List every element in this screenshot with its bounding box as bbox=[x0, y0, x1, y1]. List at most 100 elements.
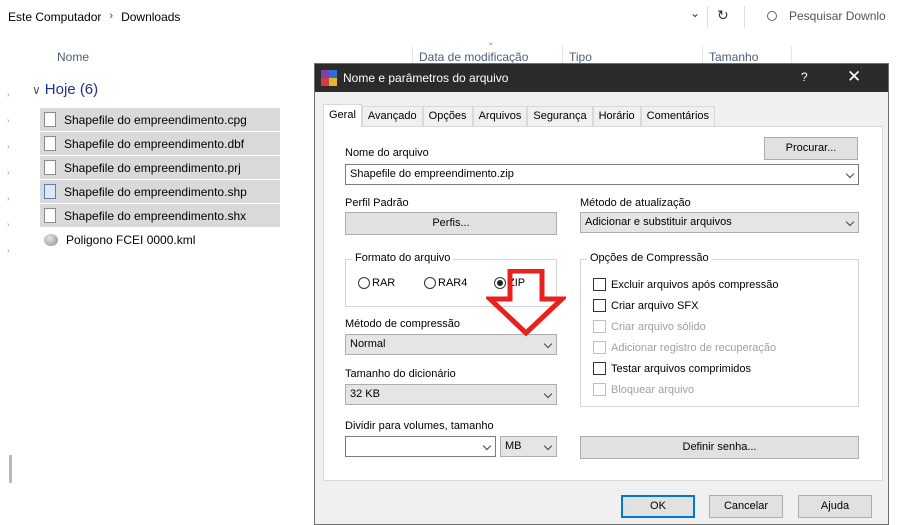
help-button[interactable]: Ajuda bbox=[798, 495, 872, 518]
ok-button[interactable]: OK bbox=[621, 495, 695, 518]
dictionary-size-select[interactable]: 32 KB bbox=[345, 384, 557, 405]
file-row[interactable]: Shapefile do empreendimento.shp bbox=[40, 180, 280, 203]
chevron-down-icon[interactable] bbox=[845, 217, 855, 227]
column-header-date[interactable]: Data de modificação bbox=[419, 50, 528, 64]
file-list: Shapefile do empreendimento.cpg Shapefil… bbox=[40, 108, 280, 252]
split-volumes-label: Dividir para volumes, tamanho bbox=[345, 420, 494, 432]
chevron-down-icon[interactable] bbox=[543, 389, 553, 399]
compression-options-group-title: Opções de Compressão bbox=[587, 252, 712, 264]
checkbox-icon bbox=[593, 341, 606, 354]
checkbox-label: Criar arquivo SFX bbox=[611, 299, 699, 312]
generic-file-icon bbox=[44, 136, 56, 151]
radio-button-icon bbox=[424, 277, 436, 289]
tab-comments[interactable]: Comentários bbox=[640, 106, 716, 126]
expand-arrow-icon[interactable]: › bbox=[7, 142, 10, 151]
dictionary-size-value: 32 KB bbox=[350, 388, 380, 400]
file-name: Shapefile do empreendimento.shx bbox=[64, 208, 247, 223]
profiles-button[interactable]: Perfis... bbox=[345, 212, 557, 235]
checkbox-label: Adicionar registro de recuperação bbox=[611, 341, 777, 354]
winrar-app-icon bbox=[321, 70, 337, 86]
expand-arrow-icon[interactable]: › bbox=[7, 168, 10, 177]
chevron-down-icon[interactable] bbox=[482, 441, 492, 451]
checkbox-create-sfx[interactable]: Criar arquivo SFX bbox=[593, 299, 698, 312]
checkbox-test-archived-files[interactable]: Testar arquivos comprimidos bbox=[593, 362, 751, 375]
annotation-arrow-icon bbox=[486, 269, 566, 337]
tab-files[interactable]: Arquivos bbox=[472, 106, 528, 126]
cancel-button[interactable]: Cancelar bbox=[709, 495, 783, 518]
checkbox-icon bbox=[593, 299, 606, 312]
checkbox-icon bbox=[593, 278, 606, 291]
archive-parameters-dialog: Nome e parâmetros do arquivo ? ✕ Geral A… bbox=[314, 63, 889, 525]
tab-general[interactable]: Geral bbox=[323, 104, 362, 127]
generic-file-icon bbox=[44, 112, 56, 127]
group-header-today[interactable]: ∨ Hoje (6) bbox=[32, 81, 98, 98]
split-unit-select[interactable]: MB bbox=[500, 436, 557, 457]
search-placeholder: Pesquisar Downlo bbox=[789, 9, 886, 23]
generic-file-icon bbox=[44, 208, 56, 223]
tab-bar: Geral Avançado Opções Arquivos Segurança… bbox=[323, 104, 716, 127]
breadcrumb-separator: › bbox=[109, 10, 114, 22]
chevron-down-icon[interactable]: ⌄ bbox=[690, 6, 700, 20]
file-name: Shapefile do empreendimento.shp bbox=[64, 184, 247, 199]
breadcrumb-this-pc[interactable]: Este Computador bbox=[8, 10, 101, 24]
search-icon bbox=[767, 11, 777, 21]
radio-label: RAR bbox=[372, 277, 396, 289]
toolbar-divider bbox=[707, 6, 708, 28]
checkbox-delete-after-compression[interactable]: Excluir arquivos após compressão bbox=[593, 278, 779, 291]
breadcrumb-downloads[interactable]: Downloads bbox=[121, 10, 180, 24]
file-row[interactable]: Shapefile do empreendimento.prj bbox=[40, 156, 280, 179]
browse-button[interactable]: Procurar... bbox=[764, 137, 858, 160]
compression-method-label: Método de compressão bbox=[345, 318, 460, 330]
checkbox-label: Excluir arquivos após compressão bbox=[611, 278, 779, 291]
checkbox-label: Criar arquivo sólido bbox=[611, 320, 706, 333]
format-radio-rar4[interactable]: RAR4 bbox=[424, 277, 467, 289]
general-tab-panel: Nome do arquivo Procurar... Shapefile do… bbox=[323, 126, 883, 481]
tab-security[interactable]: Segurança bbox=[527, 106, 593, 126]
update-method-value: Adicionar e substituir arquivos bbox=[585, 216, 732, 228]
file-row[interactable]: Shapefile do empreendimento.shx bbox=[40, 204, 280, 227]
radio-button-icon bbox=[358, 277, 370, 289]
compression-options-group: Opções de Compressão Excluir arquivos ap… bbox=[580, 252, 859, 407]
chevron-down-icon[interactable] bbox=[543, 339, 553, 349]
column-header-type[interactable]: Tipo bbox=[569, 50, 592, 64]
expand-arrow-icon[interactable]: › bbox=[7, 246, 10, 255]
file-row[interactable]: Shapefile do empreendimento.cpg bbox=[40, 108, 280, 131]
tab-advanced[interactable]: Avançado bbox=[361, 106, 423, 126]
file-row[interactable]: Shapefile do empreendimento.dbf bbox=[40, 132, 280, 155]
set-password-button[interactable]: Definir senha... bbox=[580, 436, 859, 459]
archive-name-label: Nome do arquivo bbox=[345, 147, 429, 159]
sort-chevron-icon: ⌄ bbox=[487, 37, 495, 47]
breadcrumb[interactable]: Este Computador › Downloads bbox=[8, 10, 180, 24]
checkbox-label: Testar arquivos comprimidos bbox=[611, 362, 751, 375]
expand-arrow-icon[interactable]: › bbox=[7, 90, 10, 99]
shp-file-icon bbox=[44, 184, 56, 199]
update-method-select[interactable]: Adicionar e substituir arquivos bbox=[580, 212, 859, 233]
chevron-down-icon[interactable] bbox=[543, 441, 553, 451]
toolbar-divider bbox=[744, 6, 745, 28]
refresh-icon[interactable]: ↻ bbox=[717, 7, 729, 24]
column-header-size[interactable]: Tamanho bbox=[709, 50, 758, 64]
close-icon[interactable]: ✕ bbox=[847, 67, 861, 87]
archive-name-combobox[interactable]: Shapefile do empreendimento.zip bbox=[345, 164, 859, 185]
tab-options[interactable]: Opções bbox=[422, 106, 473, 126]
checkbox-icon bbox=[593, 383, 606, 396]
format-radio-rar[interactable]: RAR bbox=[358, 277, 395, 289]
tab-time[interactable]: Horário bbox=[592, 106, 641, 126]
collapse-chevron-icon: ∨ bbox=[32, 83, 41, 97]
checkbox-lock-archive: Bloquear arquivo bbox=[593, 383, 694, 396]
compression-method-select[interactable]: Normal bbox=[345, 334, 557, 355]
checkbox-icon bbox=[593, 362, 606, 375]
expand-arrow-icon[interactable]: › bbox=[7, 220, 10, 229]
split-volume-size-combobox[interactable] bbox=[345, 436, 496, 457]
file-row[interactable]: Poligono FCEI 0000.kml bbox=[40, 228, 280, 251]
column-header-name[interactable]: Nome bbox=[57, 50, 89, 64]
expand-arrow-icon[interactable]: › bbox=[7, 116, 10, 125]
help-icon[interactable]: ? bbox=[801, 70, 808, 84]
chevron-down-icon[interactable] bbox=[845, 169, 855, 179]
dialog-titlebar[interactable]: Nome e parâmetros do arquivo ? ✕ bbox=[315, 64, 888, 92]
address-bar[interactable]: Este Computador › Downloads ⌄ ↻ Pesquisa… bbox=[0, 0, 903, 36]
expand-arrow-icon[interactable]: › bbox=[7, 194, 10, 203]
kml-globe-icon bbox=[44, 233, 58, 246]
search-input[interactable]: Pesquisar Downlo bbox=[767, 9, 886, 23]
scrollbar-thumb[interactable] bbox=[9, 455, 12, 483]
